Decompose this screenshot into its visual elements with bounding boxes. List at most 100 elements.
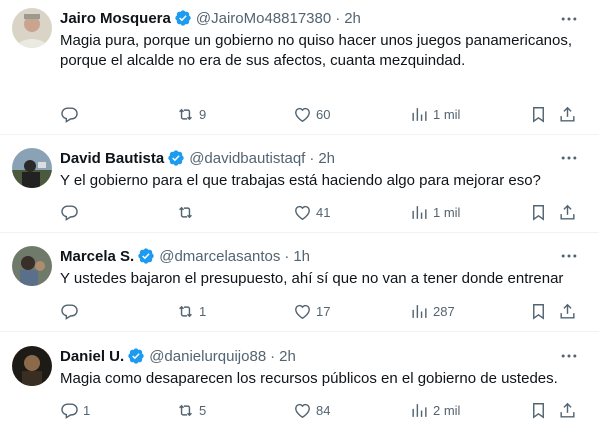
heart-icon [295, 304, 310, 319]
verified-badge-icon [137, 247, 155, 265]
timestamp[interactable]: 2h [318, 150, 335, 167]
heart-icon [295, 205, 310, 220]
tweet-text: Magia como desaparecen los recursos públ… [60, 370, 558, 387]
tweet[interactable]: David Bautista @davidbautistaqf · 2h Y e… [0, 135, 599, 233]
author-handle[interactable]: @davidbautistaqf [189, 150, 305, 167]
reply-icon [61, 106, 78, 123]
views-count: 287 [433, 303, 455, 319]
more-dots-icon[interactable] [559, 148, 579, 168]
retweet-icon [179, 108, 192, 120]
share-button[interactable] [558, 201, 577, 223]
views-button[interactable]: 1 mil [410, 103, 460, 125]
reply-icon [61, 204, 78, 221]
author-handle[interactable]: @JairoMo48817380 [196, 10, 331, 27]
reply-button[interactable]: 1 [60, 399, 90, 421]
share-icon [560, 204, 575, 220]
tweet-header: Jairo Mosquera @JairoMo48817380 · 2h [60, 8, 361, 28]
timestamp[interactable]: 2h [344, 10, 361, 27]
reply-icon [61, 402, 78, 419]
views-count: 1 mil [433, 204, 461, 220]
share-icon [560, 303, 575, 319]
reply-icon [61, 303, 78, 320]
like-button[interactable]: 84 [293, 399, 330, 421]
reply-button[interactable] [60, 201, 83, 223]
bookmark-button[interactable] [529, 399, 548, 421]
avatar[interactable] [12, 148, 52, 188]
timestamp[interactable]: 2h [279, 348, 296, 365]
views-icon [412, 205, 427, 219]
share-icon [560, 106, 575, 122]
tweet[interactable]: Daniel U. @danielurquijo88 · 2h Magia co… [0, 332, 599, 430]
author-handle[interactable]: @danielurquijo88 [149, 348, 266, 365]
like-count: 41 [316, 204, 331, 220]
tweet[interactable]: Jairo Mosquera @JairoMo48817380 · 2h Mag… [0, 0, 599, 135]
more-dots-icon[interactable] [559, 246, 579, 266]
views-count: 2 mil [433, 402, 461, 418]
retweet-button[interactable] [176, 201, 199, 223]
verified-badge-icon [127, 347, 145, 365]
tweet-text: Y ustedes bajaron el presupuesto, ahí sí… [60, 270, 564, 287]
bookmark-button[interactable] [529, 201, 548, 223]
bookmark-button[interactable] [529, 103, 548, 125]
separator-dot: · [284, 247, 290, 265]
tweet[interactable]: Marcela S. @dmarcelasantos · 1h Y ustede… [0, 233, 599, 332]
author-name[interactable]: Daniel U. [60, 348, 124, 365]
retweet-button[interactable]: 5 [176, 399, 206, 421]
tweet-text: Y el gobierno para el que trabajas está … [60, 172, 541, 189]
verified-badge-icon [174, 9, 192, 27]
views-button[interactable]: 1 mil [410, 201, 460, 223]
retweet-icon [179, 404, 192, 416]
views-icon [412, 304, 427, 318]
retweet-count: 9 [199, 106, 207, 122]
author-name[interactable]: Jairo Mosquera [60, 10, 171, 27]
share-button[interactable] [558, 399, 577, 421]
author-name[interactable]: Marcela S. [60, 248, 134, 265]
bookmark-icon [533, 303, 544, 320]
retweet-icon [179, 305, 192, 317]
bookmark-button[interactable] [529, 300, 548, 322]
action-bar: 9 60 1 mil [60, 103, 585, 125]
separator-dot: · [270, 347, 276, 365]
like-count: 17 [316, 303, 331, 319]
heart-icon [295, 107, 310, 122]
bookmark-icon [533, 106, 544, 123]
more-dots-icon[interactable] [559, 9, 579, 29]
views-icon [412, 403, 427, 417]
author-name[interactable]: David Bautista [60, 150, 164, 167]
separator-dot: · [309, 149, 315, 167]
share-button[interactable] [558, 103, 577, 125]
tweet-header: Daniel U. @danielurquijo88 · 2h [60, 346, 296, 366]
views-button[interactable]: 2 mil [410, 399, 460, 421]
retweet-count: 5 [199, 402, 207, 418]
more-dots-icon[interactable] [559, 346, 579, 366]
like-button[interactable]: 41 [293, 201, 330, 223]
retweet-button[interactable]: 1 [176, 300, 206, 322]
action-bar: 1 5 84 2 mil [60, 399, 585, 421]
timestamp[interactable]: 1h [293, 248, 310, 265]
tweet-header: Marcela S. @dmarcelasantos · 1h [60, 246, 310, 266]
bookmark-icon [533, 204, 544, 221]
like-count: 84 [316, 402, 331, 418]
views-button[interactable]: 287 [410, 300, 455, 322]
like-button[interactable]: 17 [293, 300, 330, 322]
share-icon [560, 402, 575, 418]
views-count: 1 mil [433, 106, 461, 122]
retweet-button[interactable]: 9 [176, 103, 206, 125]
avatar[interactable] [12, 8, 52, 48]
heart-icon [295, 403, 310, 418]
retweet-icon [179, 206, 192, 218]
reply-button[interactable] [60, 103, 83, 125]
share-button[interactable] [558, 300, 577, 322]
views-icon [412, 107, 427, 121]
avatar[interactable] [12, 246, 52, 286]
author-handle[interactable]: @dmarcelasantos [159, 248, 280, 265]
separator-dot: · [335, 9, 341, 27]
reply-button[interactable] [60, 300, 83, 322]
tweet-header: David Bautista @davidbautistaqf · 2h [60, 148, 335, 168]
avatar[interactable] [12, 346, 52, 386]
retweet-count: 1 [199, 303, 207, 319]
action-bar: 41 1 mil [60, 201, 585, 223]
reply-count: 1 [83, 402, 91, 418]
like-button[interactable]: 60 [293, 103, 330, 125]
verified-badge-icon [167, 149, 185, 167]
